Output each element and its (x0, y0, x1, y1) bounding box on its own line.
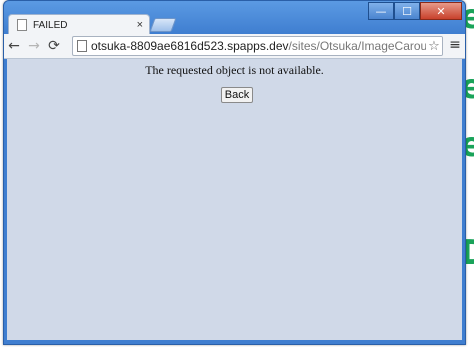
back-button[interactable]: Back (221, 87, 253, 103)
title-bar: — ☐ ✕ FAILED × (4, 1, 465, 35)
tab-title: FAILED (33, 19, 68, 31)
address-bar[interactable]: otsuka-8809ae6816d523.spapps.dev/sites/O… (72, 36, 443, 56)
menu-icon[interactable]: ≡ (448, 37, 462, 53)
browser-window: — ☐ ✕ FAILED × ← → ⟳ otsuka-8809ae6816d5… (3, 0, 466, 345)
error-message: The requested object is not available. (145, 63, 324, 77)
url-path: /sites/Otsuka/ImageCarousel/I (288, 39, 443, 53)
maximize-button[interactable]: ☐ (394, 2, 420, 20)
bookmark-star-icon[interactable]: ☆ (426, 37, 442, 55)
page-content: The requested object is not available. B… (7, 59, 462, 340)
browser-toolbar: ← → ⟳ otsuka-8809ae6816d523.spapps.dev/s… (4, 34, 465, 59)
new-tab-button[interactable] (149, 18, 177, 32)
back-arrow-icon[interactable]: ← (4, 36, 24, 56)
tab-failed[interactable]: FAILED × (8, 14, 150, 35)
forward-arrow-icon[interactable]: → (24, 36, 44, 56)
page-icon (77, 40, 87, 52)
window-controls: — ☐ ✕ (368, 2, 462, 20)
page-icon (17, 19, 27, 31)
reload-icon[interactable]: ⟳ (44, 36, 64, 56)
close-window-button[interactable]: ✕ (420, 2, 462, 20)
url-host: otsuka-8809ae6816d523.spapps.dev (91, 39, 289, 53)
tab-close-icon[interactable]: × (137, 19, 143, 31)
minimize-button[interactable]: — (368, 2, 394, 20)
